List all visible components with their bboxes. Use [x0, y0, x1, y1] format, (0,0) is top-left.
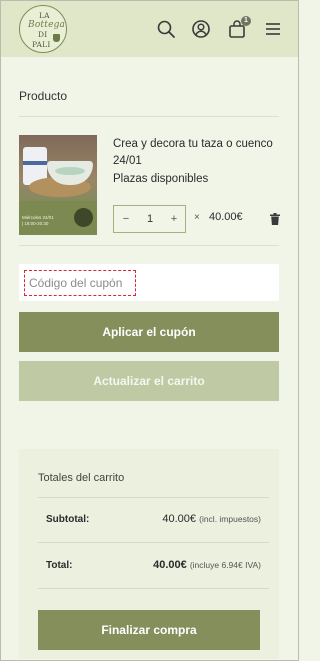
logo[interactable]: LA Bottega DI PALI — [19, 5, 67, 53]
logo-text-pali: PALI — [32, 40, 51, 49]
site-header: LA Bottega DI PALI 1 — [1, 1, 298, 57]
logo-text-di: DI — [38, 30, 48, 39]
apply-coupon-button[interactable]: Aplicar el cupón — [19, 312, 279, 352]
update-cart-button[interactable]: Actualizar el carrito — [19, 361, 279, 401]
quantity-value[interactable]: 1 — [138, 206, 162, 232]
multiply-sign: × — [194, 212, 200, 223]
total-value: 40.00€ (incluye 6.94€ IVA) — [153, 559, 261, 571]
subtotal-tax-note: (incl. impuestos) — [199, 514, 261, 524]
quantity-stepper[interactable]: − 1 + — [113, 205, 186, 233]
image-caption: Miércoles 24/01 | 18:00-20:30 — [22, 215, 54, 226]
subtotal-value: 40.00€ (incl. impuestos) — [162, 513, 261, 525]
product-name-link[interactable]: Crea y decora tu taza o cuenco 24/01 — [113, 136, 283, 170]
trash-icon[interactable] — [270, 212, 280, 225]
divider — [19, 245, 279, 246]
logo-text-la: LA — [39, 11, 50, 20]
image-stamp — [74, 208, 93, 227]
total-label: Total: — [46, 560, 73, 571]
logo-cup-icon — [53, 34, 60, 42]
divider — [38, 497, 269, 498]
divider — [38, 542, 269, 543]
divider — [19, 116, 279, 117]
product-image[interactable]: Miércoles 24/01 | 18:00-20:30 — [19, 135, 97, 235]
checkout-button[interactable]: Finalizar compra — [38, 610, 260, 650]
cart-totals-title: Totales del carrito — [38, 472, 125, 484]
cart-totals-panel: Totales del carrito Subtotal: 40.00€ (in… — [19, 449, 279, 659]
product-stock-status: Plazas disponibles — [113, 173, 209, 185]
quantity-increase-button[interactable]: + — [164, 206, 184, 232]
subtotal-amount: 40.00€ — [162, 513, 197, 525]
coupon-container — [19, 264, 279, 301]
total-tax-note: (incluye 6.94€ IVA) — [189, 560, 261, 570]
logo-text-bottega: Bottega — [28, 20, 66, 30]
product-column-header: Producto — [19, 89, 68, 103]
menu-icon[interactable] — [263, 19, 283, 39]
subtotal-label: Subtotal: — [46, 514, 90, 525]
cart-count-badge: 1 — [241, 16, 251, 26]
quantity-decrease-button[interactable]: − — [116, 206, 136, 232]
product-price: 40.00€ — [209, 211, 243, 223]
divider — [38, 588, 269, 589]
total-amount: 40.00€ — [153, 559, 187, 571]
search-icon[interactable] — [156, 19, 176, 39]
coupon-code-input[interactable] — [24, 270, 136, 296]
user-icon[interactable] — [191, 19, 211, 39]
